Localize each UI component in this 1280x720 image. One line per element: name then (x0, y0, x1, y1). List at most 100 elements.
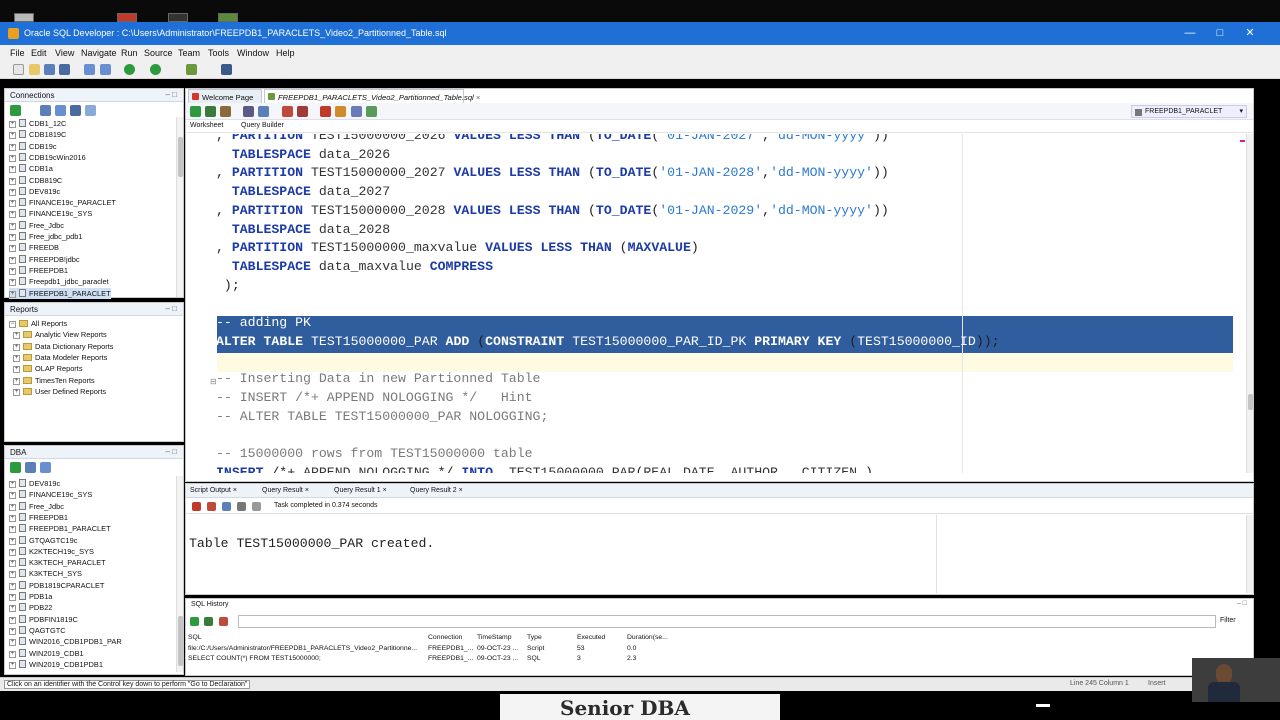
tree-item-connection[interactable]: + Freepdb1_jdbc_paraclet (9, 276, 109, 287)
tree-item-dba[interactable]: + GTQAGTC19c (9, 535, 77, 546)
code-line[interactable]: -- INSERT /*+ APPEND NOLOGGING */ Hint (216, 389, 533, 407)
expand-icon[interactable]: + (9, 627, 16, 635)
tab-welcome-page[interactable]: Welcome Page (188, 89, 262, 103)
menu-view[interactable]: View (55, 48, 74, 58)
expand-icon[interactable]: + (13, 354, 20, 362)
expand-icon[interactable]: + (9, 594, 16, 601)
sql-tuning-icon[interactable] (258, 106, 269, 117)
replace-icon[interactable] (204, 617, 213, 626)
save-all-icon[interactable] (59, 64, 70, 75)
expand-icon[interactable]: + (9, 616, 16, 624)
menu-window[interactable]: Window (237, 48, 269, 58)
history-cell[interactable]: FREEPDB1_... (428, 644, 473, 653)
expand-icon[interactable]: + (9, 560, 16, 568)
code-line[interactable]: ALTER TABLE TEST15000000_PAR ADD (CONSTR… (216, 333, 1000, 351)
history-cell[interactable]: 3 (577, 654, 581, 663)
expand-icon[interactable]: + (9, 200, 16, 208)
expand-icon[interactable]: + (9, 256, 16, 264)
close-tab-icon[interactable]: × (305, 487, 309, 494)
open-icon[interactable] (29, 64, 40, 75)
back-icon[interactable] (124, 64, 135, 75)
panel-controls-icon[interactable]: – □ (165, 447, 177, 456)
history-cell[interactable]: file:/C:/Users/Administrator/FREEPDB1_PA… (188, 644, 417, 653)
menu-team[interactable]: Team (178, 48, 200, 58)
expand-icon[interactable]: + (9, 166, 16, 174)
menu-file[interactable]: File (10, 48, 25, 58)
code-line[interactable]: , PARTITION TEST15000000_2026 VALUES LES… (216, 134, 889, 145)
expand-icon[interactable]: + (13, 377, 20, 385)
history-column-header[interactable]: Executed (577, 633, 605, 642)
expand-icon[interactable]: + (9, 571, 16, 579)
panel-controls-icon[interactable]: – □ (1237, 600, 1247, 607)
tree-item-dba[interactable]: + FREEPDB1 (9, 512, 68, 523)
expand-icon[interactable]: + (9, 514, 16, 522)
chevron-down-icon[interactable]: ▾ (1239, 107, 1243, 115)
expand-icon[interactable]: − (9, 321, 16, 328)
expand-icon[interactable]: + (9, 639, 16, 647)
tree-item-connection[interactable]: + CDB819C (9, 175, 62, 186)
expand-icon[interactable]: + (9, 503, 16, 511)
history-cell[interactable]: FREEPDB1_... (428, 654, 473, 663)
history-filter-input[interactable] (238, 615, 1216, 628)
add-icon[interactable] (10, 462, 21, 473)
tree-item-dba[interactable]: + WIN2019_CDB1 (9, 648, 84, 659)
tree-item-report[interactable]: + TimesTen Reports (13, 375, 95, 386)
tree-item-connection[interactable]: + CDB1819C (9, 129, 66, 140)
close-tab-icon[interactable]: × (476, 93, 480, 102)
expand-icon[interactable]: + (9, 582, 16, 590)
expand-icon[interactable]: + (9, 290, 16, 298)
properties-icon[interactable] (85, 105, 96, 116)
history-column-header[interactable]: SQL (188, 633, 202, 642)
tree-item-report[interactable]: + Data Modeler Reports (13, 352, 107, 363)
clear-history-icon[interactable] (219, 617, 228, 626)
expand-icon[interactable]: + (9, 121, 16, 128)
save-icon[interactable] (44, 64, 55, 75)
tree-item-dba[interactable]: + DEV819c (9, 478, 60, 489)
history-column-header[interactable]: Type (527, 633, 542, 642)
code-line[interactable]: , PARTITION TEST15000000_maxvalue VALUES… (216, 239, 699, 257)
expand-icon[interactable]: + (13, 366, 20, 374)
redo-icon[interactable] (100, 64, 111, 75)
tab-query-builder[interactable]: Query Builder (241, 122, 284, 129)
sql-worksheet-icon[interactable] (186, 64, 197, 75)
forward-icon[interactable] (150, 64, 161, 75)
code-line[interactable]: ); (216, 277, 240, 295)
print-icon[interactable] (237, 502, 246, 511)
tab-script-output[interactable]: Script Output × (190, 487, 237, 494)
connection-selector[interactable]: FREEPDB1_PARACLET ▾ (1131, 105, 1247, 118)
tree-item-report[interactable]: + Data Dictionary Reports (13, 341, 113, 352)
tree-item-dba[interactable]: + WIN2016_CDB1PDB1_PAR (9, 636, 122, 647)
expand-icon[interactable]: + (9, 188, 16, 196)
tree-item-dba[interactable]: + PDB1819CPARACLET (9, 580, 104, 591)
tree-item-connection[interactable]: + Free_Jdbc (9, 220, 64, 231)
close-tab-icon[interactable]: × (233, 487, 237, 494)
tree-item-dba[interactable]: + PDB22 (9, 602, 52, 613)
expand-icon[interactable]: + (9, 548, 16, 556)
expand-icon[interactable]: + (9, 526, 16, 534)
tree-item-connection[interactable]: + CDB19cWin2016 (9, 152, 86, 163)
expand-icon[interactable]: + (13, 343, 20, 351)
tree-item-connection[interactable]: + DEV819c (9, 186, 60, 197)
rollback-icon[interactable] (297, 106, 308, 117)
tree-item-connection[interactable]: + FREEPDB1 (9, 265, 68, 276)
history-cell[interactable]: Script (527, 644, 544, 653)
code-line[interactable]: -- ALTER TABLE TEST15000000_PAR NOLOGGIN… (216, 408, 548, 426)
code-line[interactable]: TABLESPACE data_2026 (216, 146, 390, 164)
expand-icon[interactable]: + (9, 154, 16, 162)
history-cell[interactable]: 2.3 (627, 654, 636, 663)
menu-navigate[interactable]: Navigate (81, 48, 117, 58)
code-line[interactable]: -- adding PK (216, 314, 311, 332)
terminal-icon[interactable] (168, 13, 188, 22)
output-scrollbar[interactable] (1246, 515, 1253, 593)
tree-item-dba[interactable]: + K3KTECH_SYS (9, 568, 82, 579)
tree-item-dba[interactable]: + WIN2019_CDB1PDB1 (9, 659, 103, 670)
tree-item-dba[interactable]: + FINANCE19c_SYS (9, 489, 92, 500)
tab-query-result[interactable]: Query Result × (262, 487, 309, 494)
tree-item-connection[interactable]: + FINANCE19c_SYS (9, 208, 92, 219)
tree-item-report[interactable]: + Analytic View Reports (13, 329, 107, 340)
code-line[interactable]: , PARTITION TEST15000000_2027 VALUES LES… (216, 164, 889, 182)
code-line[interactable]: TABLESPACE data_2027 (216, 183, 390, 201)
menu-tools[interactable]: Tools (208, 48, 229, 58)
tree-item-dba[interactable]: + Free_Jdbc (9, 501, 64, 512)
expand-icon[interactable]: + (13, 332, 20, 340)
